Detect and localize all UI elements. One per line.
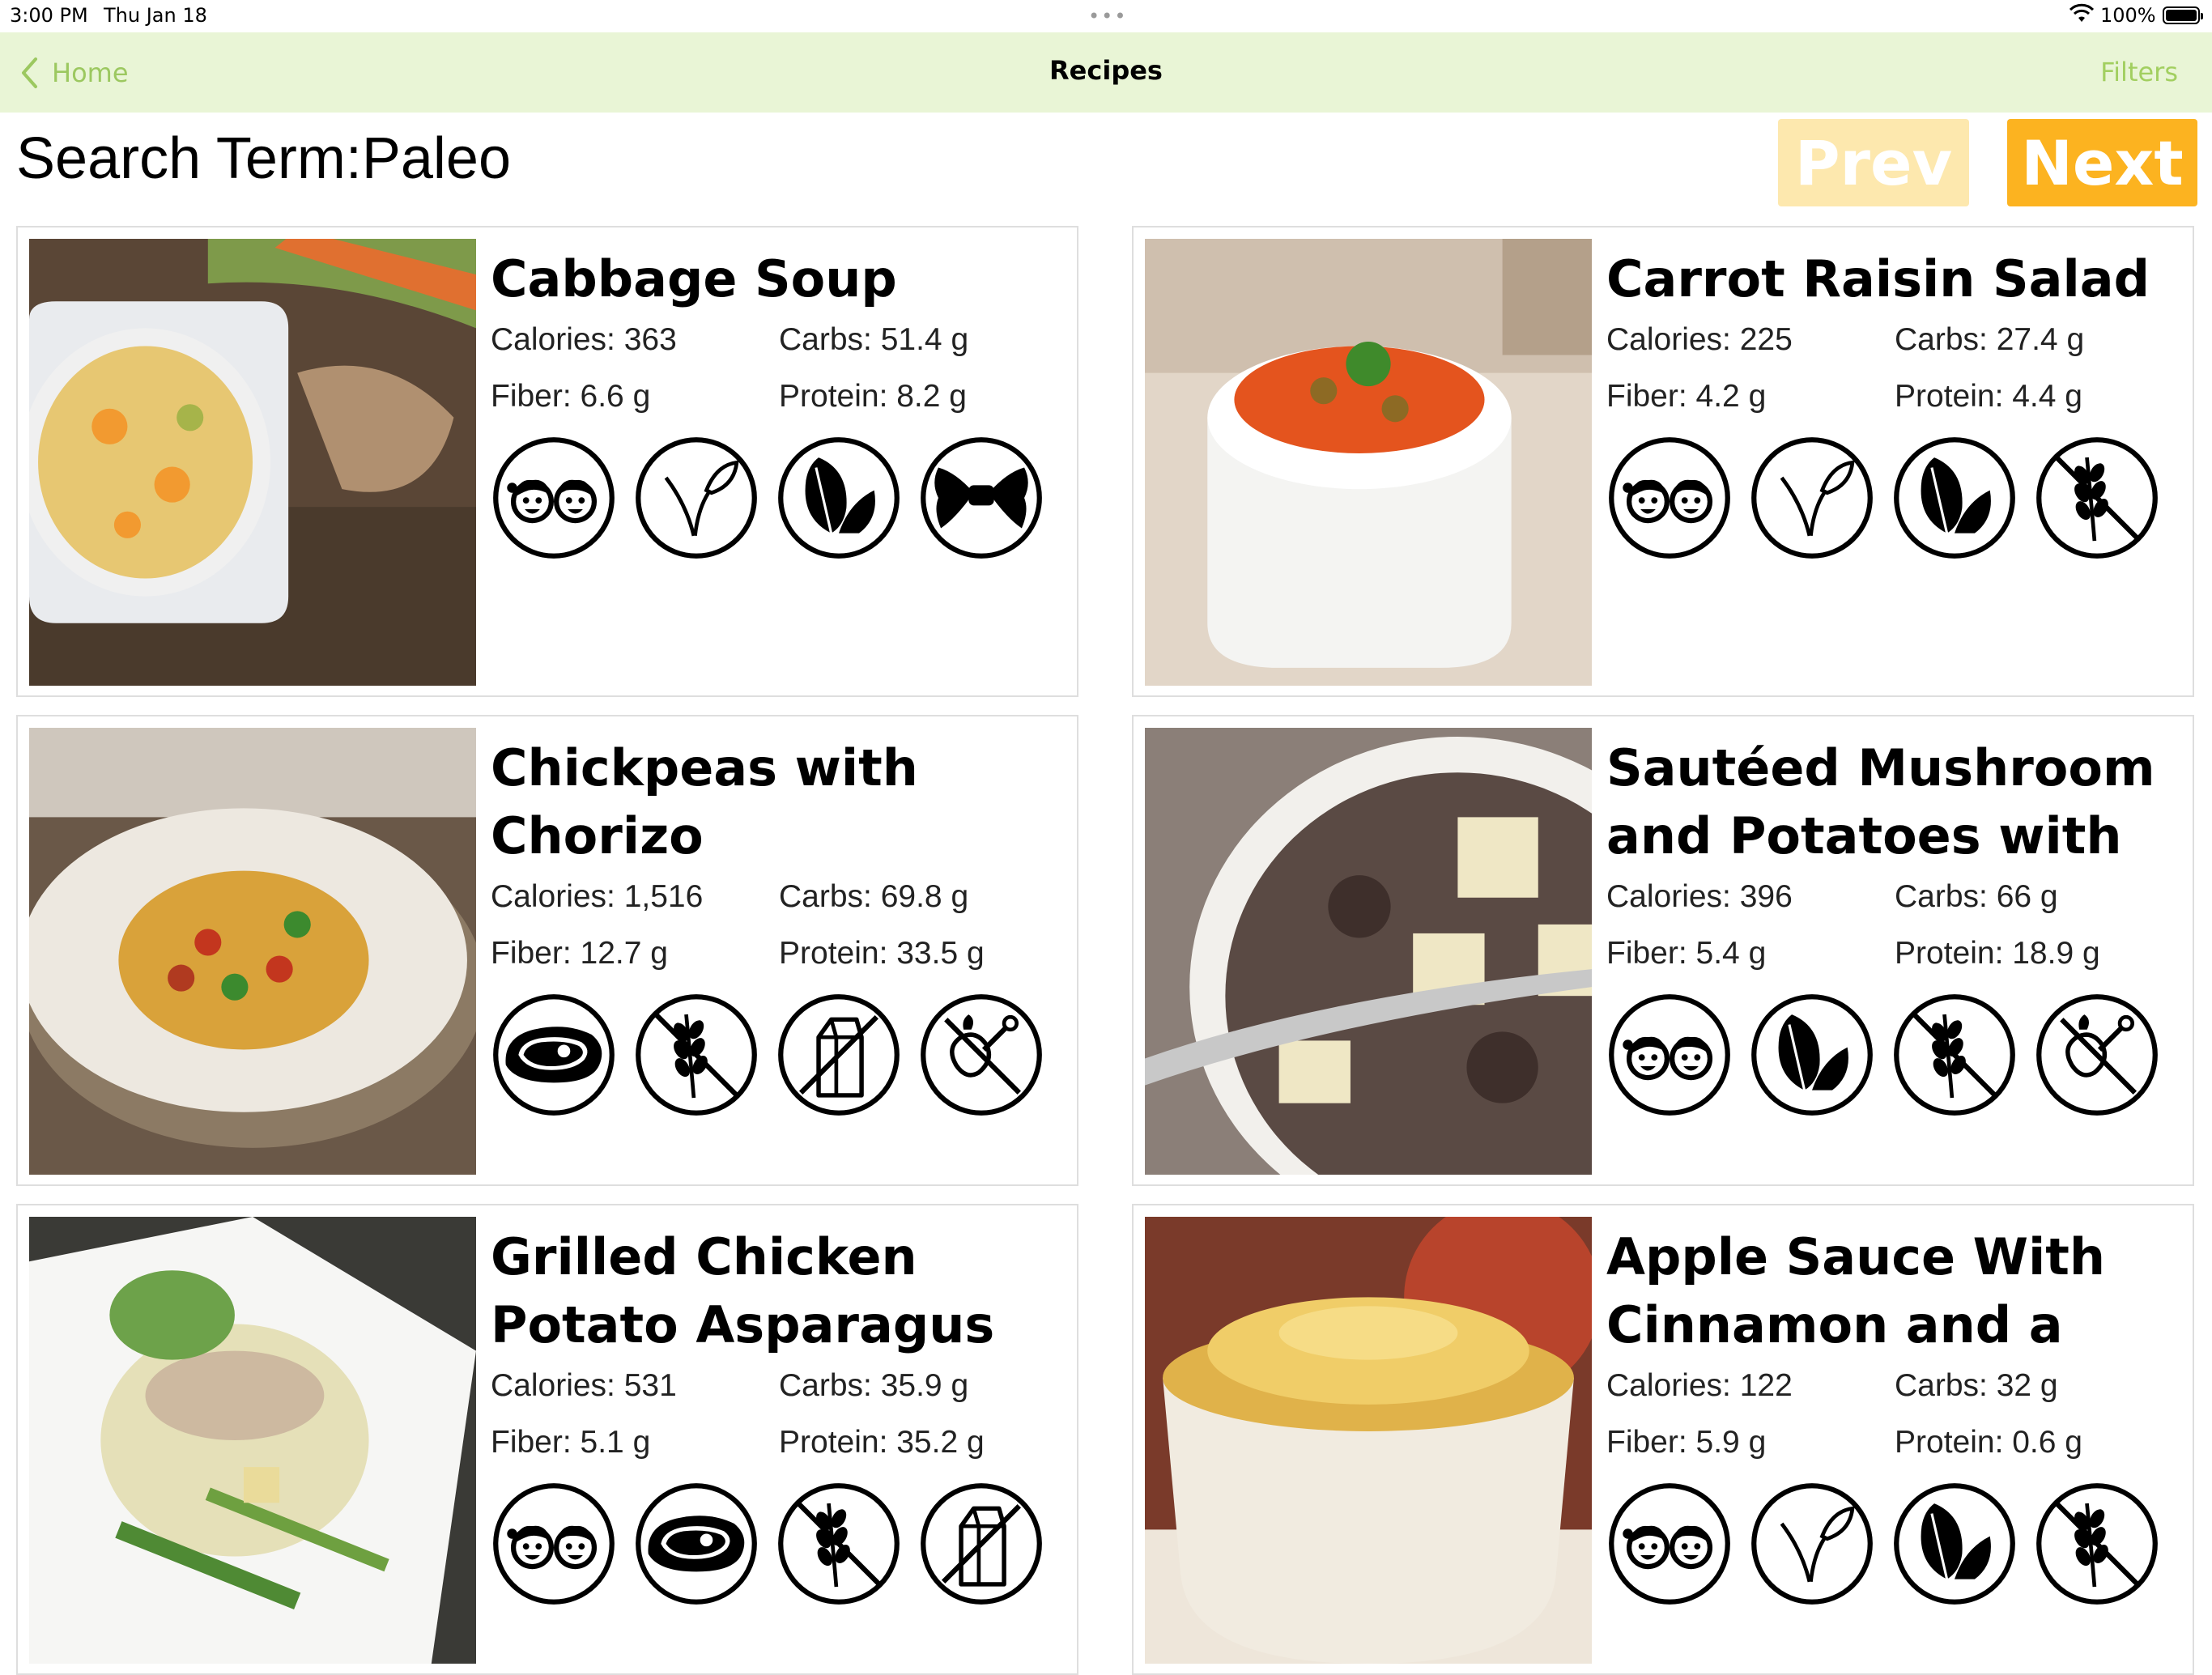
navigation-bar: Home Recipes Filters: [0, 32, 2212, 113]
search-term-value: Paleo: [361, 126, 511, 191]
recipe-carbs: Carbs: 69.8 g: [779, 879, 969, 914]
gluten-free-icon: [2034, 435, 2160, 561]
recipe-nutrition: Calories: 396 Carbs: 66 g Fiber: 5.4 g P…: [1606, 869, 2181, 982]
recipe-carbs: Carbs: 66 g: [1895, 879, 2058, 914]
filters-button[interactable]: Filters: [2100, 57, 2178, 87]
diet-icons: [1606, 992, 2181, 1118]
recipe-name: Chickpeas with Chorizo: [491, 738, 918, 865]
recipe-name: Grilled Chicken Potato Asparagus Salad: [491, 1227, 995, 1354]
dairy-icon: [918, 1481, 1044, 1607]
poultry-free-icon: [2034, 992, 2160, 1118]
meat-icon: [491, 992, 617, 1118]
gluten-free-icon: [1891, 992, 2018, 1118]
recipe-photo[interactable]: [1145, 1217, 1592, 1664]
vegan-icon: [633, 435, 759, 561]
recipe-calories: Calories: 531: [491, 1368, 677, 1403]
recipe-fiber: Fiber: 6.6 g: [491, 379, 651, 414]
page-title: Recipes: [1049, 55, 1163, 86]
recipe-info: Cabbage Soup Calories: 363 Carbs: 51.4 g…: [491, 239, 1066, 561]
diet-icons: [491, 1481, 1066, 1607]
diet-icons: [1606, 435, 2181, 561]
recipe-card[interactable]: Carrot Raisin Salad Calories: 225 Carbs:…: [1132, 226, 2194, 697]
prev-page-button[interactable]: Prev: [1778, 119, 1969, 206]
recipe-photo[interactable]: [1145, 239, 1592, 686]
recipe-calories: Calories: 363: [491, 322, 677, 357]
recipe-info: Apple Sauce With Cinnamon and a Bosc… Ca…: [1606, 1217, 2181, 1607]
recipe-fiber: Fiber: 12.7 g: [491, 936, 668, 971]
recipe-card[interactable]: Sautéed Mushroom and Potatoes with Dill …: [1132, 715, 2194, 1186]
recipe-nutrition: Calories: 122 Carbs: 32 g Fiber: 5.9 g P…: [1606, 1358, 2181, 1471]
recipe-info: Chickpeas with Chorizo Calories: 1,516 C…: [491, 728, 1066, 1118]
recipe-calories: Calories: 225: [1606, 322, 1793, 357]
battery-percent: 100%: [2100, 4, 2156, 27]
vegetarian-icon: [1749, 992, 1875, 1118]
vegetarian-icon: [1891, 435, 2018, 561]
recipe-photo[interactable]: [29, 1217, 476, 1664]
vegan-icon: [1749, 1481, 1875, 1607]
status-bar: 3:00 PM Thu Jan 18 ••• 100%: [0, 0, 2212, 32]
diet-icons: [1606, 1481, 2181, 1607]
recipe-name: Cabbage Soup: [491, 249, 897, 308]
recipe-protein: Protein: 8.2 g: [779, 379, 967, 414]
recipe-info: Carrot Raisin Salad Calories: 225 Carbs:…: [1606, 239, 2181, 561]
recipe-nutrition: Calories: 363 Carbs: 51.4 g Fiber: 6.6 g…: [491, 312, 1066, 425]
recipe-card[interactable]: Grilled Chicken Potato Asparagus Salad C…: [16, 1204, 1078, 1675]
recipe-nutrition: Calories: 225 Carbs: 27.4 g Fiber: 4.2 g…: [1606, 312, 2181, 425]
recipe-photo[interactable]: [29, 239, 476, 686]
vegetarian-icon: [776, 435, 902, 561]
diet-icons: [491, 992, 1066, 1118]
recipe-calories: Calories: 1,516: [491, 879, 704, 914]
recipe-calories: Calories: 122: [1606, 1368, 1793, 1403]
multitasking-dots-icon[interactable]: •••: [1088, 5, 1127, 28]
dairy-icon: [776, 992, 902, 1118]
wifi-icon: [2069, 3, 2094, 22]
kid-friendly-icon: [491, 435, 617, 561]
status-date: Thu Jan 18: [104, 4, 207, 27]
recipe-card[interactable]: Chickpeas with Chorizo Calories: 1,516 C…: [16, 715, 1078, 1186]
gluten-free-icon: [776, 1481, 902, 1607]
poultry-free-icon: [918, 992, 1044, 1118]
recipe-carbs: Carbs: 27.4 g: [1895, 322, 2085, 357]
gluten-free-icon: [2034, 1481, 2160, 1607]
vegan-icon: [1749, 435, 1875, 561]
kid-friendly-icon: [1606, 992, 1733, 1118]
recipe-protein: Protein: 35.2 g: [779, 1425, 985, 1460]
status-time: 3:00 PM: [10, 4, 88, 27]
recipe-protein: Protein: 4.4 g: [1895, 379, 2082, 414]
recipe-carbs: Carbs: 35.9 g: [779, 1368, 969, 1403]
recipe-nutrition: Calories: 1,516 Carbs: 69.8 g Fiber: 12.…: [491, 869, 1066, 982]
recipe-fiber: Fiber: 4.2 g: [1606, 379, 1767, 414]
recipe-photo[interactable]: [29, 728, 476, 1175]
recipe-carbs: Carbs: 32 g: [1895, 1368, 2058, 1403]
recipe-name: Sautéed Mushroom and Potatoes with Dill: [1606, 738, 2155, 865]
recipe-fiber: Fiber: 5.4 g: [1606, 936, 1767, 971]
diet-icons: [491, 435, 1066, 561]
battery-icon: [2163, 6, 2203, 24]
search-term-label: Search Term:: [16, 126, 362, 191]
recipe-card[interactable]: Cabbage Soup Calories: 363 Carbs: 51.4 g…: [16, 226, 1078, 697]
kid-friendly-icon: [491, 1481, 617, 1607]
gluten-free-icon: [633, 992, 759, 1118]
recipe-card[interactable]: Apple Sauce With Cinnamon and a Bosc… Ca…: [1132, 1204, 2194, 1675]
recipe-carbs: Carbs: 51.4 g: [779, 322, 969, 357]
recipe-name: Apple Sauce With Cinnamon and a Bosc…: [1606, 1227, 2106, 1354]
kid-friendly-icon: [1606, 435, 1733, 561]
recipe-protein: Protein: 33.5 g: [779, 936, 985, 971]
vegetarian-icon: [1891, 1481, 2018, 1607]
recipe-photo[interactable]: [1145, 728, 1592, 1175]
recipe-protein: Protein: 0.6 g: [1895, 1425, 2082, 1460]
recipe-name: Carrot Raisin Salad: [1606, 249, 2150, 308]
recipe-info: Grilled Chicken Potato Asparagus Salad C…: [491, 1217, 1066, 1607]
pasta-icon: [918, 435, 1044, 561]
search-term-heading: Search Term:Paleo: [16, 125, 511, 192]
recipe-calories: Calories: 396: [1606, 879, 1793, 914]
next-page-button[interactable]: Next: [2007, 119, 2197, 206]
recipe-fiber: Fiber: 5.9 g: [1606, 1425, 1767, 1460]
recipe-fiber: Fiber: 5.1 g: [491, 1425, 651, 1460]
recipe-nutrition: Calories: 531 Carbs: 35.9 g Fiber: 5.1 g…: [491, 1358, 1066, 1471]
meat-icon: [633, 1481, 759, 1607]
kid-friendly-icon: [1606, 1481, 1733, 1607]
recipe-info: Sautéed Mushroom and Potatoes with Dill …: [1606, 728, 2181, 1118]
recipe-protein: Protein: 18.9 g: [1895, 936, 2100, 971]
